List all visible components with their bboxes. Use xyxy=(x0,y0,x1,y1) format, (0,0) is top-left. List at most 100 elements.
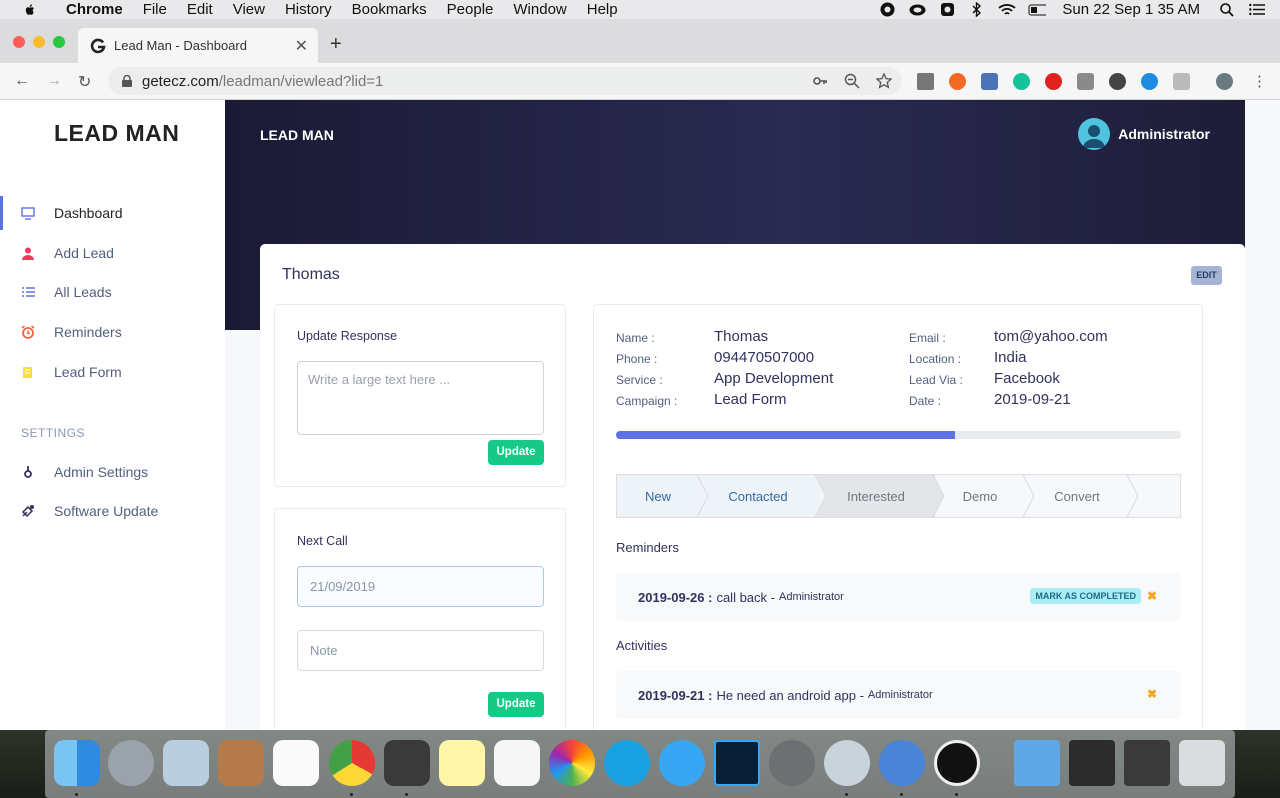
messages-icon[interactable] xyxy=(659,740,705,786)
apple-icon[interactable] xyxy=(20,3,40,17)
sidebar-item-reminders[interactable]: Reminders xyxy=(0,315,225,349)
menu-app-name[interactable]: Chrome xyxy=(66,1,123,18)
forward-button[interactable]: → xyxy=(46,72,62,90)
reminders-app-icon[interactable] xyxy=(494,740,540,786)
folder-icon[interactable] xyxy=(1014,740,1060,786)
user-icon xyxy=(20,245,36,261)
close-window-button[interactable] xyxy=(13,36,25,48)
refresh-extension-icon[interactable] xyxy=(1109,73,1126,90)
profile-avatar-icon[interactable] xyxy=(1216,73,1233,90)
sidebar-item-add-lead[interactable]: Add Lead xyxy=(0,236,225,270)
launchpad-icon[interactable] xyxy=(108,740,154,786)
clock[interactable]: Sun 22 Sep 1 35 AM xyxy=(1062,1,1200,18)
terminal-window-icon[interactable] xyxy=(1069,740,1115,786)
finder-icon[interactable] xyxy=(54,740,100,786)
skype-icon[interactable] xyxy=(604,740,650,786)
check-extension-icon[interactable] xyxy=(1141,73,1158,90)
spotlight-search-icon[interactable] xyxy=(1218,2,1236,17)
sidebar-item-admin-settings[interactable]: Admin Settings xyxy=(0,455,225,489)
stage-contacted[interactable]: Contacted xyxy=(699,475,827,517)
sublime-text-icon[interactable] xyxy=(384,740,430,786)
menu-bookmarks[interactable]: Bookmarks xyxy=(352,1,427,18)
edit-button[interactable]: EDIT xyxy=(1191,266,1222,285)
user-name: Administrator xyxy=(1118,126,1210,142)
minimize-window-button[interactable] xyxy=(33,36,45,48)
address-bar[interactable]: getecz.com/leadman/viewlead?lid=1 xyxy=(108,67,902,95)
sidebar-item-all-leads[interactable]: All Leads xyxy=(0,275,225,309)
menu-history[interactable]: History xyxy=(285,1,332,18)
obs-status-icon[interactable] xyxy=(878,2,896,17)
sidebar-item-dashboard[interactable]: Dashboard xyxy=(0,196,225,230)
note-input[interactable]: Note xyxy=(297,630,544,671)
mail-icon[interactable] xyxy=(163,740,209,786)
key-icon[interactable] xyxy=(812,73,828,89)
contacts-icon[interactable] xyxy=(218,740,264,786)
user-menu[interactable]: Administrator xyxy=(1078,118,1210,150)
delete-activity-icon[interactable]: ✖ xyxy=(1147,687,1157,701)
delete-reminder-icon[interactable]: ✖ xyxy=(1147,589,1157,603)
bluetooth-icon[interactable] xyxy=(968,2,986,17)
stage-interested[interactable]: Interested xyxy=(817,475,945,517)
new-tab-button[interactable]: + xyxy=(330,33,342,56)
stage-label: Interested xyxy=(847,488,905,504)
menu-file[interactable]: File xyxy=(143,1,167,18)
header-brand[interactable]: LEAD MAN xyxy=(260,127,334,143)
back-button[interactable]: ← xyxy=(14,72,30,90)
zoom-icon[interactable] xyxy=(844,73,860,89)
stage-arrow-icon xyxy=(1023,475,1035,517)
menu-window[interactable]: Window xyxy=(513,1,566,18)
url-path: /leadman/viewlead?lid=1 xyxy=(218,72,384,90)
next-call-date-input[interactable]: 21/09/2019 xyxy=(297,566,544,607)
obs-icon[interactable] xyxy=(934,740,980,786)
screenshot-icon[interactable] xyxy=(1124,740,1170,786)
sidebar-item-software-update[interactable]: Software Update xyxy=(0,494,225,528)
menu-help[interactable]: Help xyxy=(587,1,618,18)
notification-center-icon[interactable] xyxy=(1248,3,1266,17)
browser-menu-icon[interactable]: ⋮ xyxy=(1252,72,1267,90)
menu-people[interactable]: People xyxy=(447,1,494,18)
close-tab-icon[interactable]: ✕ xyxy=(295,36,308,56)
fire-extension-icon[interactable] xyxy=(949,73,966,90)
update-next-call-button[interactable]: Update xyxy=(488,692,544,717)
stage-label: Contacted xyxy=(728,488,788,504)
stage-label: Convert xyxy=(1054,488,1100,504)
hand-extension-icon[interactable] xyxy=(1045,73,1062,90)
chrome-icon[interactable] xyxy=(329,740,375,786)
stage-demo[interactable]: Demo xyxy=(935,475,1035,517)
chrome-canary-icon[interactable] xyxy=(879,740,925,786)
trash-icon[interactable] xyxy=(1179,740,1225,786)
menu-edit[interactable]: Edit xyxy=(187,1,213,18)
notes-icon[interactable] xyxy=(439,740,485,786)
settings-app-icon[interactable] xyxy=(824,740,870,786)
wifi-icon[interactable] xyxy=(998,3,1016,17)
sidebar-item-label: Admin Settings xyxy=(54,464,149,480)
menu-view[interactable]: View xyxy=(233,1,265,18)
creative-cloud-icon[interactable] xyxy=(908,3,926,17)
calendar-icon[interactable] xyxy=(273,740,319,786)
camera-extension-icon[interactable] xyxy=(1077,73,1094,90)
response-textarea[interactable]: Write a large text here ... xyxy=(297,361,544,435)
stage-new[interactable]: New xyxy=(617,475,709,517)
bookmark-star-icon[interactable] xyxy=(876,73,892,89)
grammarly-extension-icon[interactable] xyxy=(1013,73,1030,90)
browser-tab-bar: Lead Man - Dashboard ✕ + xyxy=(0,19,1280,63)
sidebar: LEAD MAN Dashboard Add Lead All Leads Re… xyxy=(0,100,225,730)
sidebar-item-lead-form[interactable]: Lead Form xyxy=(0,355,225,389)
update-response-button[interactable]: Update xyxy=(488,440,544,465)
photos-icon[interactable] xyxy=(549,740,595,786)
app-status-icon[interactable] xyxy=(938,3,956,17)
lead-progress-fill xyxy=(616,431,955,439)
system-preferences-icon[interactable] xyxy=(769,740,815,786)
eyedropper-extension-icon[interactable] xyxy=(917,73,934,90)
logo[interactable]: LEAD MAN xyxy=(54,120,179,147)
photoshop-icon[interactable] xyxy=(714,740,760,786)
reload-button[interactable]: ↻ xyxy=(78,72,91,92)
battery-icon[interactable] xyxy=(1028,3,1047,17)
mark-as-completed-button[interactable]: MARK AS COMPLETED xyxy=(1030,588,1141,604)
browser-tab[interactable]: Lead Man - Dashboard ✕ xyxy=(78,28,318,63)
stage-convert[interactable]: Convert xyxy=(1025,475,1139,517)
translate-extension-icon[interactable] xyxy=(1173,73,1190,90)
maximize-window-button[interactable] xyxy=(53,36,65,48)
printer-extension-icon[interactable] xyxy=(981,73,998,90)
reminders-heading: Reminders xyxy=(616,540,679,555)
